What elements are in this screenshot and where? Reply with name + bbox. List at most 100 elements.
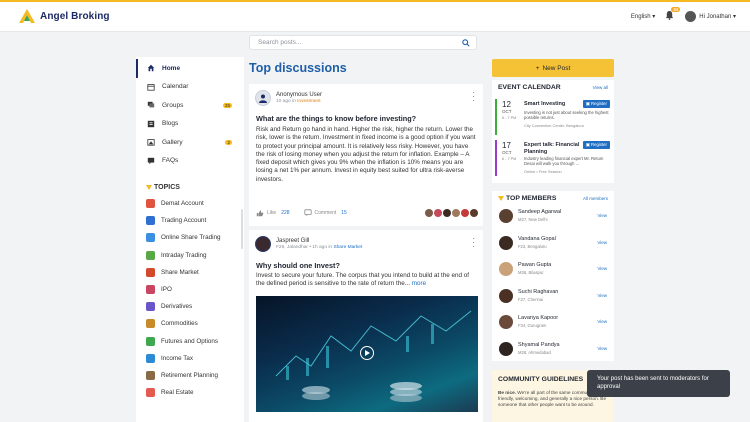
- topic-item[interactable]: Retirement Planning: [136, 367, 244, 384]
- angel-logo-icon: [19, 9, 35, 23]
- event-time: 6 - 7 PM: [502, 116, 517, 120]
- post-question[interactable]: Why should one Invest?: [256, 261, 340, 270]
- view-member-link[interactable]: View: [597, 266, 607, 271]
- member-item[interactable]: Sandeep Agarwal M27, New Delhi View: [499, 207, 609, 229]
- groups-badge: 25: [222, 102, 232, 108]
- page-title: Top discussions: [249, 61, 347, 75]
- sidebar-item-gallery[interactable]: Gallery 2: [136, 133, 244, 152]
- language-selector[interactable]: English ▾: [631, 13, 655, 20]
- avatar: [499, 262, 513, 276]
- topic-item[interactable]: Share Market: [136, 264, 244, 281]
- register-button[interactable]: ▣ Register: [582, 141, 610, 149]
- more-options-icon[interactable]: · · ·: [472, 235, 475, 251]
- post-meta: F26, Jalandhar • 1h ago in Share Market: [276, 245, 363, 250]
- post-card[interactable]: Anonymous User 10 ago in Investment · · · …: [249, 84, 483, 226]
- search-icon[interactable]: [462, 39, 470, 47]
- member-item[interactable]: Suchi Raghavan F27, Chennai View: [499, 287, 609, 309]
- comment-icon: [303, 209, 312, 217]
- comment-button[interactable]: Comment 15: [303, 209, 347, 217]
- top-bar: Angel Broking English ▾ 34 Hi Jonathan ▾: [0, 0, 750, 32]
- sidebar-item-home[interactable]: Home: [136, 59, 244, 78]
- brand-logo[interactable]: Angel Broking: [18, 8, 110, 24]
- view-member-link[interactable]: View: [597, 213, 607, 218]
- avatar: [425, 209, 433, 217]
- event-description: Investing is not just about seeking the …: [524, 110, 609, 121]
- all-members-link[interactable]: All members: [583, 196, 608, 201]
- topic-item[interactable]: Intraday Trading: [136, 247, 244, 264]
- post-author[interactable]: Anonymous User: [276, 92, 322, 98]
- post-meta: 10 ago in Investment: [276, 99, 321, 104]
- member-name[interactable]: Sandeep Agarwal: [518, 209, 561, 215]
- member-name[interactable]: Lavanya Kapoor: [518, 315, 558, 321]
- view-member-link[interactable]: View: [597, 319, 607, 324]
- topic-icon: [146, 336, 155, 346]
- topic-label: Futures and Options: [161, 337, 219, 345]
- left-sidebar: Home Calendar Groups 25 Blogs Gallery 2 …: [136, 57, 244, 422]
- event-item[interactable]: 17 OCT 6 - 7 PM Expert talk: Financial P…: [495, 140, 611, 176]
- topic-label: Share Market: [161, 268, 199, 276]
- play-button[interactable]: [360, 346, 374, 360]
- new-post-button[interactable]: + New Post: [492, 59, 614, 77]
- member-location: M27, New Delhi: [518, 217, 548, 222]
- member-item[interactable]: Vandana Gopal F23, Bengaluru View: [499, 234, 609, 256]
- topic-item[interactable]: Online Share Trading: [136, 229, 244, 246]
- event-day: 12: [502, 100, 511, 109]
- topic-label: Income Tax: [161, 354, 194, 362]
- play-icon: [365, 350, 370, 356]
- topic-label: Retirement Planning: [161, 371, 219, 379]
- view-all-events-link[interactable]: View all: [593, 85, 608, 90]
- member-item[interactable]: Lavanya Kapoor F34, Gurugram View: [499, 313, 609, 335]
- topic-item[interactable]: Futures and Options: [136, 333, 244, 350]
- post-topic-link[interactable]: Investment: [297, 99, 320, 104]
- post-topic-link[interactable]: Share Market: [333, 245, 362, 250]
- topic-icon: [146, 199, 155, 209]
- topic-item[interactable]: Derivatives: [136, 298, 244, 315]
- topic-label: Real Estate: [161, 389, 194, 397]
- event-title[interactable]: Smart Investing: [524, 101, 580, 108]
- more-options-icon[interactable]: · · ·: [472, 89, 475, 105]
- topic-item[interactable]: Demat Account: [136, 195, 244, 212]
- topic-icon: [146, 233, 155, 243]
- post-author[interactable]: Jaspreet Gill: [276, 238, 362, 244]
- register-button[interactable]: ▣ Register: [582, 100, 610, 108]
- topic-item[interactable]: Commodities: [136, 315, 244, 332]
- search-input[interactable]: Search posts...: [249, 35, 477, 50]
- member-item[interactable]: Pawan Gupta M36, Bilaspur View: [499, 260, 609, 282]
- read-more-link[interactable]: more: [412, 280, 426, 287]
- event-time: 6 - 7 PM: [502, 157, 517, 161]
- post-card[interactable]: Jaspreet Gill F26, Jalandhar • 1h ago in…: [249, 230, 483, 422]
- member-name[interactable]: Vandana Gopal: [518, 236, 556, 242]
- avatar: [255, 236, 271, 252]
- event-item[interactable]: 12 OCT 6 - 7 PM Smart Investing ▣ Regist…: [495, 99, 611, 135]
- view-member-link[interactable]: View: [597, 240, 607, 245]
- topic-item[interactable]: Trading Account: [136, 212, 244, 229]
- user-menu[interactable]: Hi Jonathan ▾: [685, 10, 736, 22]
- notifications-button[interactable]: 34: [665, 7, 681, 22]
- member-name[interactable]: Suchi Raghavan: [518, 289, 558, 295]
- sidebar-item-blogs[interactable]: Blogs: [136, 115, 244, 134]
- view-member-link[interactable]: View: [597, 293, 607, 298]
- top-members-title: TOP MEMBERS: [498, 195, 556, 202]
- event-month: OCT: [502, 150, 512, 155]
- post-video[interactable]: [256, 296, 478, 412]
- sidebar-scrollbar[interactable]: [241, 209, 243, 249]
- member-name[interactable]: Pawan Gupta: [518, 262, 551, 268]
- like-button[interactable]: Like 228: [256, 209, 290, 217]
- member-item[interactable]: Shyamal Pandya M28, Ahmedabad View: [499, 340, 609, 362]
- topic-item[interactable]: IPO: [136, 281, 244, 298]
- event-title[interactable]: Expert talk: Financial Planning: [524, 142, 580, 155]
- event-calendar-panel: EVENT CALENDAR View all 12 OCT 6 - 7 PM …: [492, 80, 614, 183]
- sidebar-item-faqs[interactable]: FAQs: [136, 152, 244, 171]
- topic-label: Online Share Trading: [161, 234, 221, 242]
- sidebar-item-groups[interactable]: Groups 25: [136, 96, 244, 115]
- member-name[interactable]: Shyamal Pandya: [518, 342, 560, 348]
- topic-icon: [146, 285, 155, 295]
- member-location: F27, Chennai: [518, 296, 544, 302]
- topic-item[interactable]: Real Estate: [136, 384, 244, 401]
- post-question[interactable]: What are the things to know before inves…: [256, 114, 416, 123]
- sidebar-item-calendar[interactable]: Calendar: [136, 78, 244, 97]
- topic-item[interactable]: Income Tax: [136, 350, 244, 367]
- gallery-badge: 2: [225, 139, 232, 145]
- view-member-link[interactable]: View: [597, 346, 607, 351]
- topic-label: IPO: [161, 286, 172, 294]
